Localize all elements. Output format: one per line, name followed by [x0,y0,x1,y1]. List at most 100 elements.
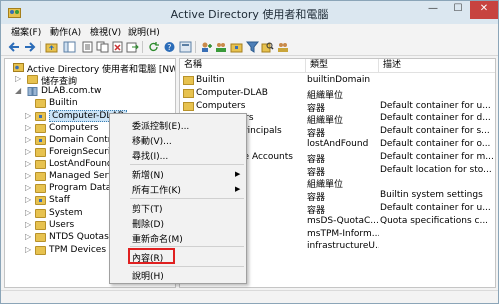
menu-bar: 檔案(F) 動作(A) 檢視(V) 說明(H) [1,24,498,39]
expand-arrow-icon[interactable]: ▷ [25,245,31,254]
table-row[interactable]: Computers 容器 Default container for u... [180,101,495,114]
tree-item-label: Managed Serv [49,171,114,181]
tree-item-label: Users [49,220,75,230]
type-cell: lostAndFound [307,139,369,149]
type-cell: 組織單位 [307,116,344,126]
domain-icon [27,87,38,96]
description-cell: Default container for o... [380,139,491,149]
minimize-button[interactable]: — [420,1,446,19]
menu-item-rename[interactable]: 重新命名(M) [132,232,183,245]
maximize-button[interactable]: ☐ [445,1,471,19]
folder-icon [183,102,194,111]
description-cell: Default container for m... [380,152,494,162]
folder-icon [183,76,194,85]
add-group-icon[interactable] [215,41,228,53]
column-header-description[interactable]: 描述 [379,59,495,73]
menu-item-new[interactable]: 新增(N) [132,168,164,181]
find-icon[interactable] [261,41,274,53]
menu-item-delete[interactable]: 刪除(D) [132,217,164,230]
collapse-arrow-icon[interactable]: ◢ [15,86,21,95]
console-icon[interactable] [179,41,192,53]
forward-arrow-icon[interactable] [23,41,36,53]
folder-icon [35,160,46,169]
expand-arrow-icon[interactable]: ▷ [25,171,31,180]
tree-item-label: TPM Devices [49,245,107,255]
close-icon: ✕ [479,3,489,14]
close-button[interactable]: ✕ [470,1,498,19]
add-user-icon[interactable] [200,41,213,53]
show-tree-icon[interactable] [63,41,76,53]
toolbar-separator [40,41,41,53]
table-row[interactable]: Builtin builtinDomain [180,75,495,87]
copy-icon[interactable] [96,41,109,53]
menu-help[interactable]: 說明(H) [128,25,160,38]
title-bar: Active Directory 使用者和電腦 — ☐ ✕ [1,1,498,24]
tree-item-label: Staff [49,195,70,205]
folder-icon [35,221,46,230]
expand-arrow-icon[interactable]: ▷ [25,147,31,156]
tree-item-label: Builtin [49,98,78,108]
expand-arrow-icon[interactable]: ▷ [25,111,31,120]
type-cell: msDS-QuotaC... [307,216,379,226]
menu-item-delegate-control[interactable]: 委派控制(E)... [132,119,189,132]
toolbar-separator [195,41,196,53]
filter-icon[interactable] [246,41,259,53]
name-cell: Computers [196,101,246,111]
ou-folder-icon [35,112,46,121]
menu-item-move[interactable]: 移動(V)... [132,134,172,147]
export-icon[interactable] [126,41,139,53]
folder-icon [35,99,46,108]
expand-arrow-icon[interactable]: ▷ [25,195,31,204]
expand-arrow-icon[interactable]: ▷ [25,159,31,168]
name-cell: Builtin [196,75,225,85]
help-icon[interactable]: ? [163,41,176,53]
type-cell: 容器 [307,129,326,139]
folder-icon [35,184,46,193]
ou-folder-icon [35,196,46,205]
delete-icon[interactable] [111,41,124,53]
folder-icon [35,124,46,133]
folder-icon [27,75,38,84]
column-header-type[interactable]: 類型 [306,59,379,73]
menu-item-cut[interactable]: 剪下(T) [132,202,163,215]
back-arrow-icon[interactable] [8,41,21,53]
menu-action[interactable]: 動作(A) [50,25,81,38]
maximize-icon: ☐ [453,3,463,14]
menu-item-help[interactable]: 說明(H) [132,269,164,282]
expand-arrow-icon[interactable]: ▷ [15,74,21,83]
menu-item-find[interactable]: 尋找(I)... [132,149,168,162]
menu-item-properties[interactable]: 內容(R) [132,251,163,264]
up-folder-icon[interactable] [45,41,58,53]
table-row[interactable]: Computer-DLAB 組織單位 [180,88,495,101]
refresh-icon[interactable] [147,41,160,53]
expand-arrow-icon[interactable]: ▷ [25,183,31,192]
tree-item-label: ForeignSecuri [49,147,111,157]
description-cell: Default container for u... [380,101,491,111]
expand-arrow-icon[interactable]: ▷ [25,208,31,217]
menu-separator [130,198,244,199]
type-cell: 容器 [307,155,326,165]
toolbar-separator [142,41,143,53]
minimize-icon: — [428,3,438,14]
folder-icon [183,89,194,98]
column-header-name[interactable]: 名稱 [180,59,306,73]
menu-file[interactable]: 檔案(F) [11,25,41,38]
tree-item-label: Program Data [49,183,112,193]
add-to-group-icon[interactable] [277,41,290,53]
expand-arrow-icon[interactable]: ▷ [25,123,31,132]
menu-view[interactable]: 檢視(V) [90,25,121,38]
description-cell: Default container for d... [380,113,491,123]
type-cell: 容器 [307,206,326,216]
menu-item-all-tasks[interactable]: 所有工作(K) [132,183,181,196]
expand-arrow-icon[interactable]: ▷ [25,220,31,229]
expand-arrow-icon[interactable]: ▷ [25,135,31,144]
properties-icon[interactable] [81,41,94,53]
type-cell: builtinDomain [307,75,371,85]
tree-item-label: System [49,208,83,218]
expand-arrow-icon[interactable]: ▷ [25,232,31,241]
add-ou-icon[interactable] [230,41,243,53]
folder-icon [35,233,46,242]
submenu-arrow-icon: ▶ [235,185,241,193]
type-cell: infrastructureU... [307,241,379,251]
svg-text:?: ? [167,43,171,52]
